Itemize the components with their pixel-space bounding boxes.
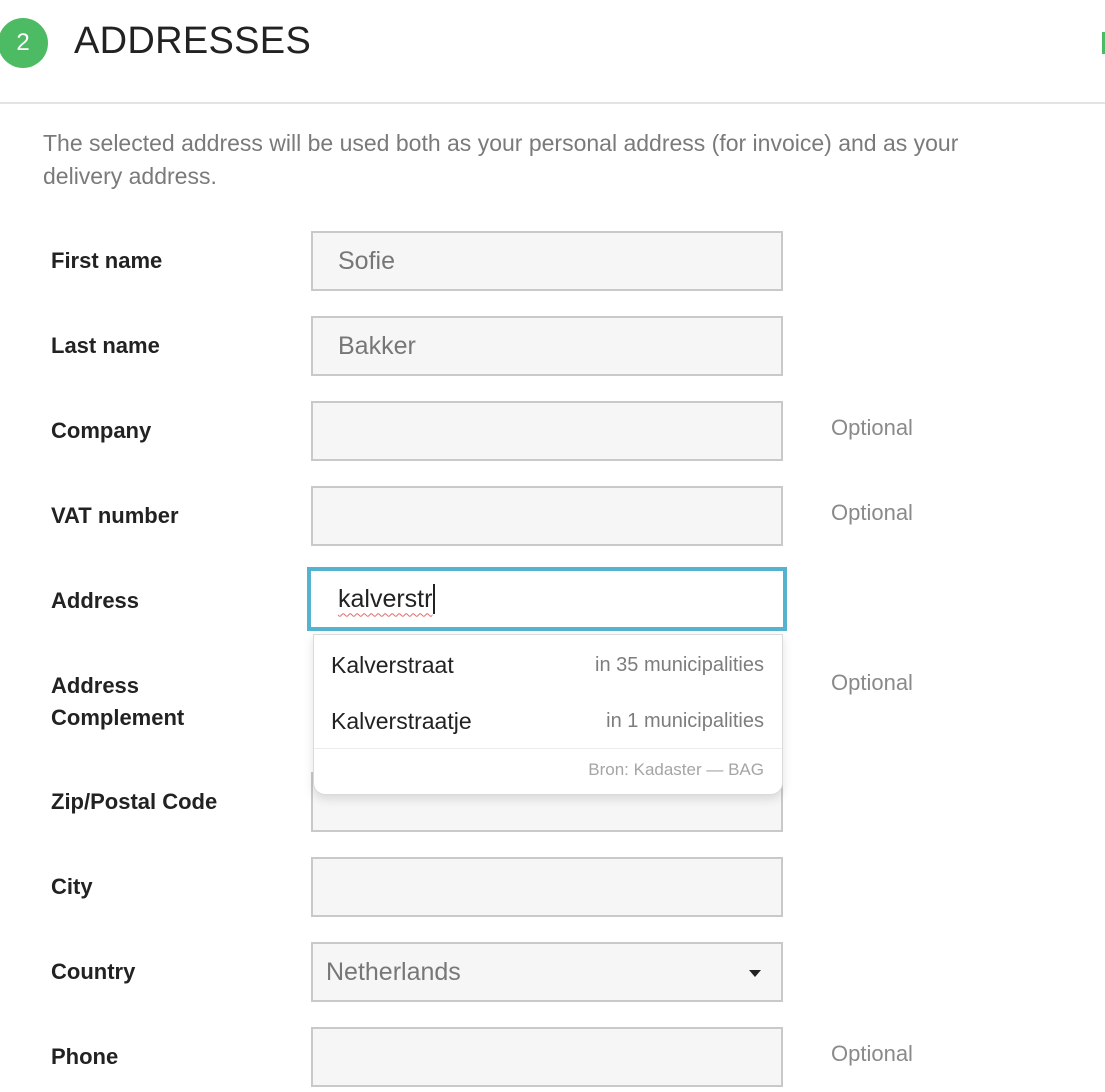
last-name-row: Last name Bakker	[0, 316, 1105, 376]
country-select[interactable]: Netherlands	[311, 942, 783, 1002]
last-name-field[interactable]: Bakker	[311, 316, 783, 376]
last-name-value: Bakker	[338, 331, 416, 360]
first-name-label: First name	[51, 248, 163, 273]
vat-number-field[interactable]	[311, 486, 783, 546]
caret-down-icon	[749, 970, 761, 977]
address-complement-label-line2: Complement	[51, 705, 185, 730]
city-label: City	[51, 874, 93, 899]
suggestion-name: Kalverstraat	[331, 652, 454, 678]
suggestion-name: Kalverstraatje	[331, 708, 472, 734]
section-title: ADDRESSES	[74, 20, 312, 62]
city-field[interactable]	[311, 857, 783, 917]
first-name-row: First name Sofie	[0, 231, 1105, 291]
dropdown-divider	[314, 748, 782, 749]
company-field[interactable]	[311, 401, 783, 461]
address-row: Address kalverstr	[0, 567, 1105, 631]
first-name-field[interactable]: Sofie	[311, 231, 783, 291]
suggestion-meta: in 35 municipalities	[595, 654, 764, 676]
vat-number-optional-hint: Optional	[831, 500, 913, 525]
phone-field[interactable]	[311, 1027, 783, 1087]
zip-label: Zip/Postal Code	[51, 789, 218, 814]
suggestion-meta: in 1 municipalities	[606, 710, 764, 732]
address-autocomplete-dropdown: Kalverstraat in 35 municipalities Kalver…	[313, 634, 783, 795]
last-name-label: Last name	[51, 333, 160, 358]
vat-number-row: VAT number Optional	[0, 486, 1105, 546]
phone-label: Phone	[51, 1044, 119, 1069]
address-complement-optional-hint: Optional	[831, 670, 913, 695]
suggestion-kalverstraat[interactable]: Kalverstraat in 35 municipalities	[314, 637, 782, 693]
company-label: Company	[51, 418, 152, 443]
phone-optional-hint: Optional	[831, 1041, 913, 1066]
country-row: Country Netherlands	[0, 942, 1105, 1002]
address-complement-label: Address Complement	[51, 656, 184, 748]
first-name-value: Sofie	[338, 246, 395, 275]
data-source-attribution: Bron: Kadaster — BAG	[588, 760, 764, 779]
city-row: City	[0, 857, 1105, 917]
suggestion-kalverstraatje[interactable]: Kalverstraatje in 1 municipalities	[314, 693, 782, 749]
address-input[interactable]: kalverstr	[307, 567, 787, 631]
address-label: Address	[51, 588, 140, 613]
step-number-badge: 2	[0, 18, 48, 68]
country-value: Netherlands	[326, 957, 461, 986]
address-typed-text: kalverstr	[338, 584, 433, 613]
intro-text: The selected address will be used both a…	[43, 130, 959, 189]
vat-number-label: VAT number	[51, 503, 179, 528]
phone-row: Phone Optional	[0, 1027, 1105, 1087]
text-caret	[433, 584, 436, 614]
company-row: Company Optional	[0, 401, 1105, 461]
address-complement-label-line1: Address	[51, 673, 140, 698]
country-label: Country	[51, 959, 136, 984]
section-header: 2 ADDRESSES	[0, 0, 1105, 104]
company-optional-hint: Optional	[831, 415, 913, 440]
